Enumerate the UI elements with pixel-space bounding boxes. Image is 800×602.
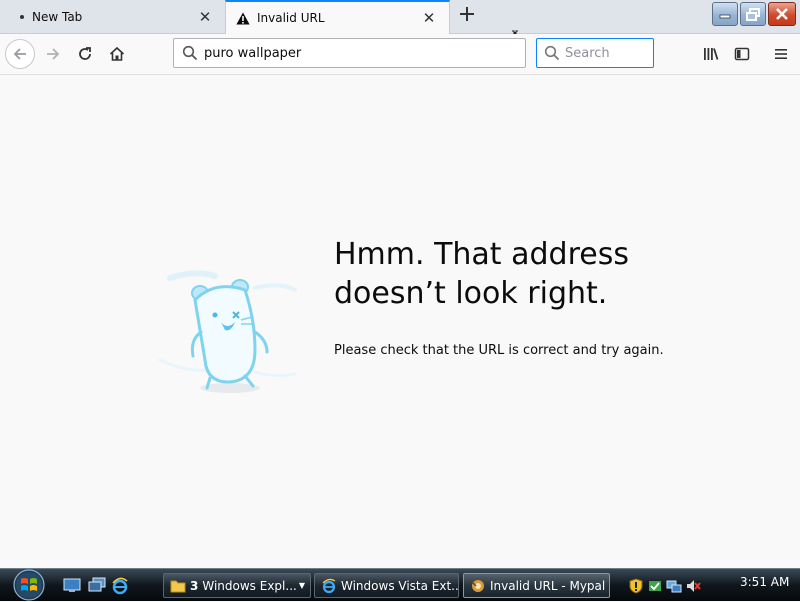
internet-explorer-icon[interactable]	[111, 577, 129, 595]
restore-icon	[746, 7, 760, 21]
volume-muted-icon[interactable]	[685, 578, 701, 594]
new-tab-button[interactable]	[455, 4, 479, 28]
close-icon[interactable]: ✕	[417, 9, 441, 27]
sidebar-button[interactable]	[727, 39, 757, 69]
reload-icon	[79, 47, 91, 60]
show-desktop-icon[interactable]	[63, 577, 81, 593]
windows-logo-icon	[13, 568, 45, 601]
plus-icon	[460, 7, 474, 21]
library-icon	[704, 48, 719, 60]
taskbar-item-label: Windows Vista Ext...	[341, 578, 459, 593]
window-count: 3	[190, 578, 199, 593]
taskbar-item-mypal[interactable]: Invalid URL - Mypal	[463, 573, 610, 598]
home-icon	[109, 46, 125, 61]
window-controls	[710, 2, 796, 28]
tab-strip: New Tab ✕ Invalid URL ✕	[0, 0, 800, 46]
tab-label: New Tab	[32, 9, 83, 24]
error-page: Hmm. That address doesn’t look right. Pl…	[0, 75, 800, 568]
dropdown-arrow-icon: ▼	[298, 581, 305, 590]
reload-button[interactable]	[70, 39, 100, 69]
search-bar[interactable]	[536, 38, 654, 68]
start-button[interactable]	[9, 568, 49, 601]
tab-dot-icon	[20, 14, 24, 19]
taskbar-item-label: Invalid URL - Mypal	[490, 578, 606, 593]
restore-button[interactable]	[740, 2, 766, 26]
error-title: Hmm. That address doesn’t look right.	[334, 237, 629, 311]
tab-new-tab[interactable]: New Tab ✕	[0, 0, 225, 33]
sidebar-icon	[734, 47, 750, 61]
security-center-icon[interactable]	[647, 578, 663, 594]
taskbar-clock[interactable]: 3:51 AM	[740, 575, 789, 589]
search-input[interactable]	[565, 45, 645, 61]
switch-windows-icon[interactable]	[88, 577, 106, 593]
back-button[interactable]	[5, 39, 35, 69]
hamburger-menu-icon	[775, 49, 787, 59]
close-window-button[interactable]	[768, 2, 796, 26]
folder-icon	[170, 580, 186, 592]
taskbar: 3 Windows Expl... ▼ Windows Vista Ext...…	[0, 568, 800, 601]
tab-label: Invalid URL	[257, 11, 325, 25]
navigation-toolbar	[0, 34, 800, 75]
taskbar-item-windows-vista-ext[interactable]: Windows Vista Ext...	[314, 573, 459, 598]
url-bar[interactable]	[173, 38, 526, 68]
search-icon	[544, 45, 560, 61]
menu-button[interactable]	[766, 39, 796, 69]
arrow-right-icon	[47, 48, 60, 60]
tab-invalid-url[interactable]: Invalid URL ✕	[225, 0, 450, 34]
warning-icon	[236, 12, 250, 25]
puppy-mascot-illustration	[155, 260, 305, 414]
home-button[interactable]	[102, 39, 132, 69]
internet-explorer-icon	[322, 578, 336, 593]
mypal-browser-icon	[471, 579, 484, 592]
shield-icon[interactable]	[628, 577, 644, 594]
minimize-icon	[719, 14, 731, 19]
close-icon	[776, 8, 788, 20]
taskbar-item-windows-explorer[interactable]: 3 Windows Expl... ▼	[163, 573, 311, 598]
search-icon	[182, 45, 198, 61]
taskbar-item-label: Windows Expl...	[202, 578, 297, 593]
library-button[interactable]	[696, 39, 726, 69]
close-icon[interactable]: ✕	[193, 8, 217, 26]
arrow-left-icon	[13, 48, 26, 60]
minimize-button[interactable]	[712, 2, 738, 26]
error-description: Please check that the URL is correct and…	[334, 343, 664, 358]
forward-button[interactable]	[38, 39, 68, 69]
network-icon[interactable]	[666, 578, 682, 594]
url-input[interactable]	[204, 45, 504, 61]
